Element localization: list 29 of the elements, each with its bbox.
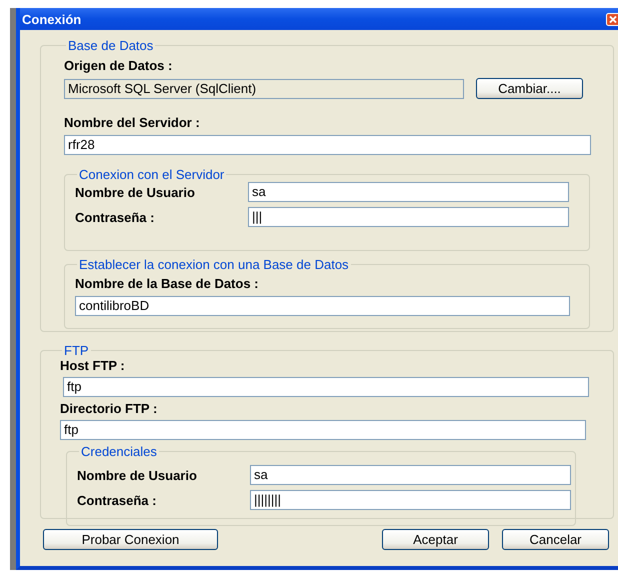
input-field[interactable]: rfr28 (64, 135, 591, 155)
group-title: Credenciales (80, 444, 158, 459)
field-label: Nombre de Usuario (75, 184, 196, 200)
input-field[interactable]: sa (250, 465, 571, 485)
group-title: Base de Datos (67, 38, 154, 53)
field-label: Contraseña : (77, 492, 158, 508)
field-label: Directorio FTP : (60, 401, 158, 416)
group-title: FTP (63, 343, 90, 358)
input-field[interactable]: ftp (60, 420, 586, 440)
close-icon[interactable] (606, 12, 618, 26)
input-field[interactable]: Microsoft SQL Server (SqlClient) (64, 78, 464, 98)
field-label: Nombre del Servidor : (64, 115, 201, 130)
input-field[interactable]: contilibroBD (75, 296, 570, 316)
field-label: Contraseña : (75, 210, 156, 224)
field-label: Host FTP : (60, 358, 126, 373)
field-label: Nombre de la Base de Datos : (75, 276, 260, 291)
cancel-button[interactable]: Cancelar (502, 529, 609, 550)
test-connection-button[interactable]: Probar Conexion (43, 529, 218, 550)
input-field[interactable]: sa (248, 182, 569, 202)
input-field[interactable]: ftp (63, 377, 589, 397)
field-label: Origen de Datos : (64, 58, 174, 73)
group-title: Establecer la conexion con una Base de Datos (78, 257, 350, 272)
password-field[interactable]: |||||||| (250, 490, 571, 510)
field-label: Nombre de Usuario (77, 468, 198, 482)
change-button[interactable]: Cambiar.... (476, 78, 583, 99)
window-title: Conexión (22, 12, 82, 26)
group-title: Conexion con el Servidor (78, 167, 226, 182)
password-field[interactable]: ||| (248, 207, 569, 227)
accept-button[interactable]: Aceptar (382, 529, 489, 550)
